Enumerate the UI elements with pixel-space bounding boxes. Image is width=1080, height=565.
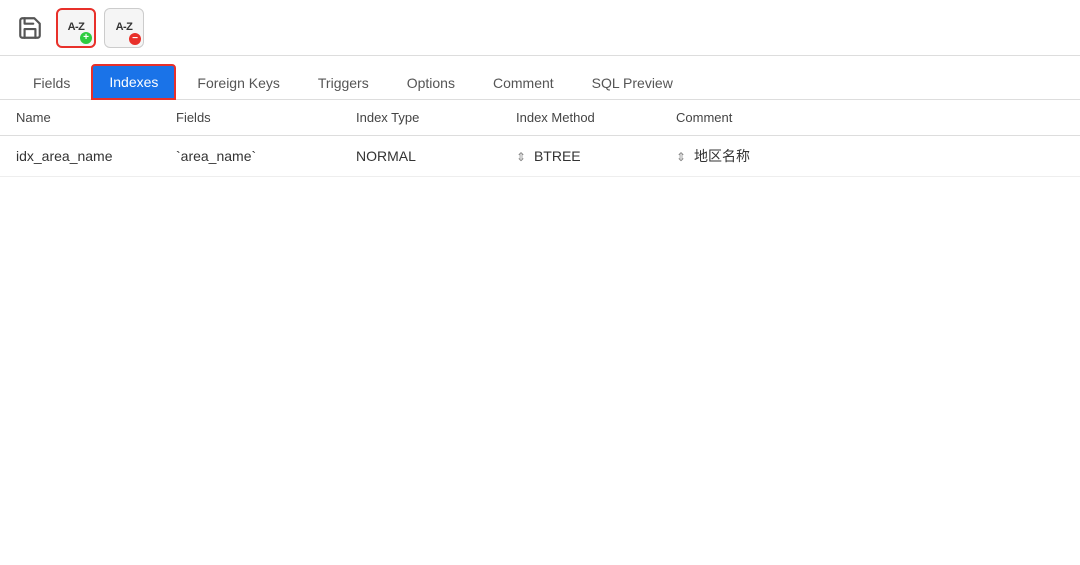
add-badge-icon: +	[80, 32, 92, 44]
indexes-table-container: Name Fields Index Type Index Method Comm…	[0, 100, 1080, 561]
add-index-icon: A-Z	[68, 22, 85, 33]
remove-index-button[interactable]: A-Z −	[104, 8, 144, 48]
table-header-row: Name Fields Index Type Index Method Comm…	[0, 100, 1080, 136]
save-button[interactable]	[12, 10, 48, 46]
tab-indexes[interactable]: Indexes	[91, 64, 176, 100]
remove-index-icon: A-Z	[116, 22, 133, 33]
table-row[interactable]: idx_area_name `area_name` NORMAL ⇕ BTREE…	[0, 136, 1080, 177]
tab-sql-preview[interactable]: SQL Preview	[575, 66, 690, 99]
col-header-index-type: Index Type	[340, 100, 500, 136]
tab-fields[interactable]: Fields	[16, 66, 87, 99]
comment-updown-icon: ⇕	[676, 150, 686, 164]
tab-options[interactable]: Options	[390, 66, 472, 99]
tab-comment[interactable]: Comment	[476, 66, 571, 99]
cell-comment: ⇕ 地区名称	[660, 136, 1080, 177]
add-index-button[interactable]: A-Z +	[56, 8, 96, 48]
toolbar: A-Z + A-Z −	[0, 0, 1080, 56]
col-header-fields: Fields	[160, 100, 340, 136]
cell-index-method: ⇕ BTREE	[500, 136, 660, 177]
cell-fields: `area_name`	[160, 136, 340, 177]
cell-name: idx_area_name	[0, 136, 160, 177]
col-header-comment: Comment	[660, 100, 1080, 136]
cell-index-type: NORMAL	[340, 136, 500, 177]
col-header-name: Name	[0, 100, 160, 136]
tab-bar: Fields Indexes Foreign Keys Triggers Opt…	[0, 56, 1080, 100]
updown-icon: ⇕	[516, 150, 526, 164]
tab-triggers[interactable]: Triggers	[301, 66, 386, 99]
tab-foreign-keys[interactable]: Foreign Keys	[180, 66, 296, 99]
remove-badge-icon: −	[129, 33, 141, 45]
col-header-index-method: Index Method	[500, 100, 660, 136]
indexes-table: Name Fields Index Type Index Method Comm…	[0, 100, 1080, 177]
